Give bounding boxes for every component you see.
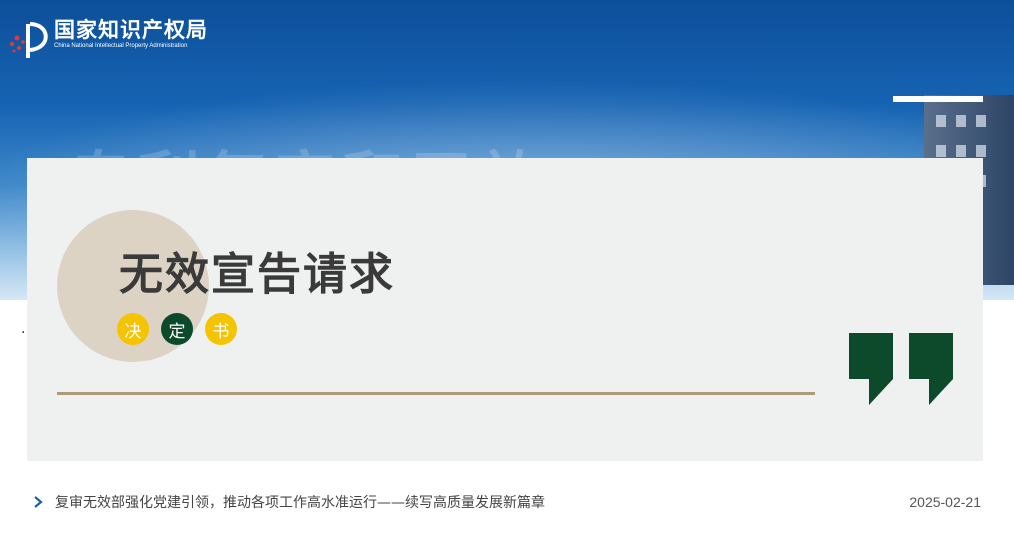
tag-shu: 书	[205, 313, 237, 345]
news-item-link[interactable]: 复审无效部强化党建引领，推动各项工作高水准运行——续写高质量发展新篇章	[55, 492, 545, 512]
logo-title: 国家知识产权局	[54, 18, 208, 42]
banner-tags: 决 定 书	[117, 313, 237, 345]
site-logo[interactable]: 国家知识产权局 China National Intellectual Prop…	[6, 18, 208, 62]
news-item-date: 2025-02-21	[909, 494, 981, 510]
news-list: 复审无效部强化党建引领，推动各项工作高水准运行——续写高质量发展新篇章 2025…	[27, 480, 983, 524]
quote-marks-icon	[849, 333, 953, 405]
decision-banner[interactable]: 无效宣告请求 决 定 书	[27, 158, 983, 461]
side-mark: ·	[21, 325, 26, 341]
tag-ding: 定	[161, 313, 193, 345]
chevron-right-icon	[34, 496, 43, 508]
logo-subtitle: China National Intellectual Property Adm…	[54, 43, 188, 49]
banner-divider	[57, 392, 815, 395]
tag-jue: 决	[117, 313, 149, 345]
banner-title: 无效宣告请求	[119, 249, 395, 300]
hero-accent-bar	[893, 96, 983, 102]
cnipa-emblem-icon	[10, 22, 48, 58]
